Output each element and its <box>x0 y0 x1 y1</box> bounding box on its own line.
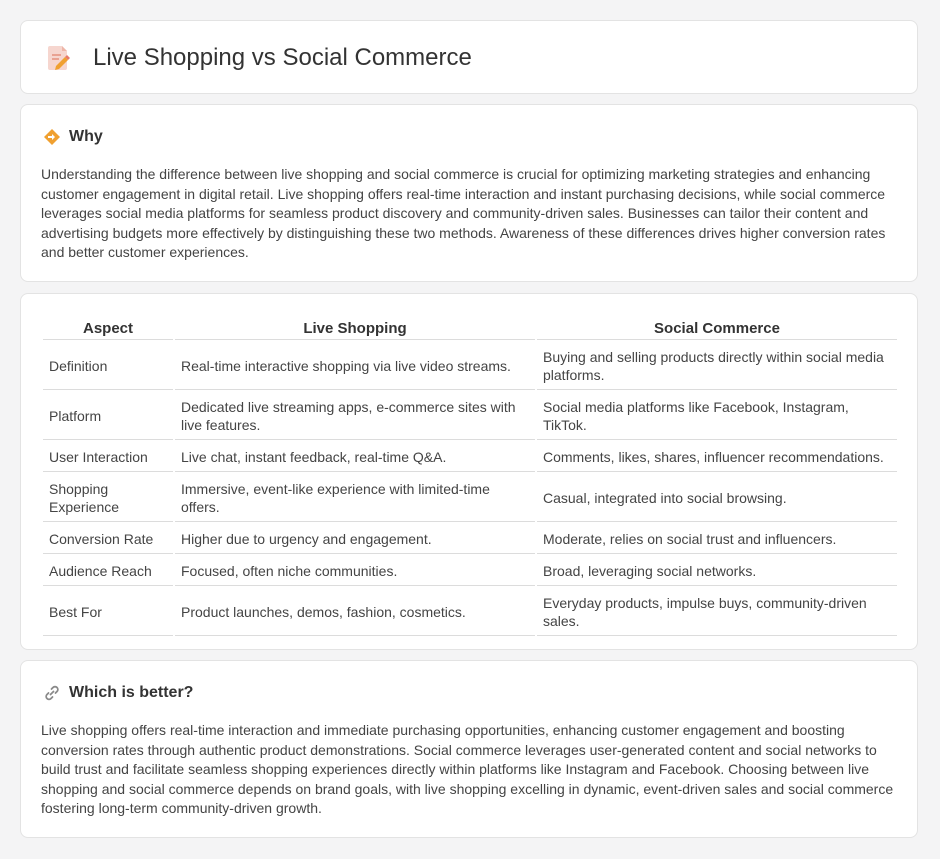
cell-aspect: Platform <box>43 392 173 440</box>
cell-live-shopping: Real-time interactive shopping via live … <box>175 342 535 390</box>
cell-aspect: Definition <box>43 342 173 390</box>
comparison-table: Aspect Live Shopping Social Commerce Def… <box>41 314 899 638</box>
why-text: Understanding the difference between liv… <box>41 166 886 261</box>
table-row: Platform Dedicated live streaming apps, … <box>43 392 897 440</box>
title-card: Live Shopping vs Social Commerce <box>20 20 918 94</box>
cell-live-shopping: Higher due to urgency and engagement. <box>175 524 535 554</box>
page-title: Live Shopping vs Social Commerce <box>93 44 472 71</box>
cell-social-commerce: Moderate, relies on social trust and inf… <box>537 524 897 554</box>
header-social-commerce: Social Commerce <box>537 316 897 340</box>
document-pencil-icon <box>47 44 71 72</box>
diamond-sign-icon <box>43 128 61 146</box>
which-better-section: Which is better? Live shopping offers re… <box>20 660 918 838</box>
cell-social-commerce: Comments, likes, shares, influencer reco… <box>537 442 897 472</box>
cell-social-commerce: Social media platforms like Facebook, In… <box>537 392 897 440</box>
why-heading: Why <box>43 127 103 147</box>
better-title: Which is better? <box>69 684 194 701</box>
table-row: Definition Real-time interactive shoppin… <box>43 342 897 390</box>
cell-social-commerce: Broad, leveraging social networks. <box>537 556 897 586</box>
title-row: Live Shopping vs Social Commerce <box>47 43 472 73</box>
better-text: Live shopping offers real-time interacti… <box>41 722 894 817</box>
cell-social-commerce: Buying and selling products directly wit… <box>537 342 897 390</box>
header-aspect: Aspect <box>43 316 173 340</box>
table-row: Best For Product launches, demos, fashio… <box>43 588 897 636</box>
table-row: Conversion Rate Higher due to urgency an… <box>43 524 897 554</box>
table-row: User Interaction Live chat, instant feed… <box>43 442 897 472</box>
cell-aspect: User Interaction <box>43 442 173 472</box>
cell-aspect: Shopping Experience <box>43 474 173 522</box>
table-row: Audience Reach Focused, often niche comm… <box>43 556 897 586</box>
table-header-row: Aspect Live Shopping Social Commerce <box>43 316 897 340</box>
better-heading: Which is better? <box>43 683 193 703</box>
why-title: Why <box>69 128 103 145</box>
cell-aspect: Audience Reach <box>43 556 173 586</box>
cell-social-commerce: Everyday products, impulse buys, communi… <box>537 588 897 636</box>
cell-aspect: Conversion Rate <box>43 524 173 554</box>
link-icon <box>43 684 61 702</box>
cell-live-shopping: Immersive, event-like experience with li… <box>175 474 535 522</box>
cell-social-commerce: Casual, integrated into social browsing. <box>537 474 897 522</box>
table-row: Shopping Experience Immersive, event-lik… <box>43 474 897 522</box>
header-live-shopping: Live Shopping <box>175 316 535 340</box>
why-section: Why Understanding the difference between… <box>20 104 918 282</box>
comparison-section: Aspect Live Shopping Social Commerce Def… <box>20 293 918 650</box>
cell-live-shopping: Dedicated live streaming apps, e-commerc… <box>175 392 535 440</box>
cell-aspect: Best For <box>43 588 173 636</box>
cell-live-shopping: Product launches, demos, fashion, cosmet… <box>175 588 535 636</box>
cell-live-shopping: Live chat, instant feedback, real-time Q… <box>175 442 535 472</box>
cell-live-shopping: Focused, often niche communities. <box>175 556 535 586</box>
